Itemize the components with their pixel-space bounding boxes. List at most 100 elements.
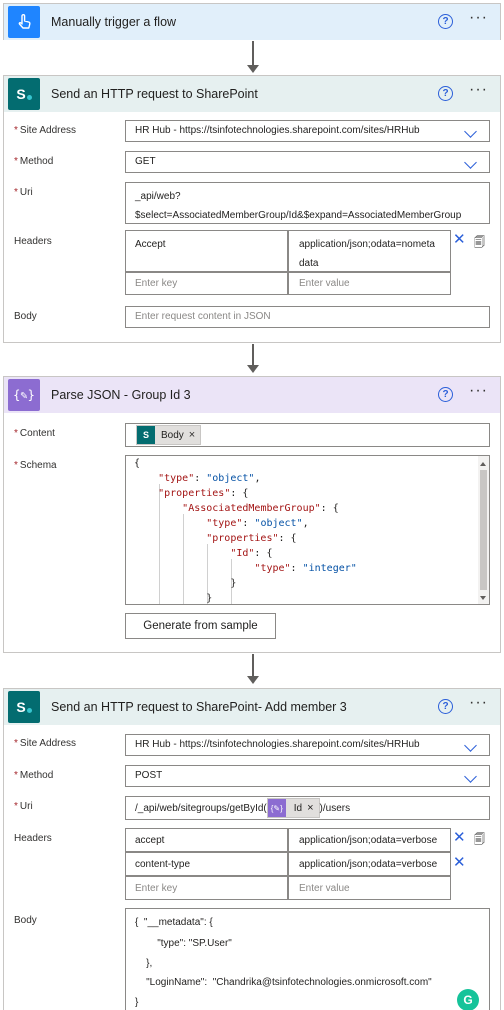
generate-from-sample-button[interactable]: Generate from sample — [125, 613, 276, 639]
header-key-input[interactable]: Accept — [125, 230, 288, 272]
header-key-input[interactable]: Enter key — [125, 876, 288, 900]
header-value-line: application/json;odata=nometa — [299, 239, 435, 250]
chevron-down-icon[interactable] — [464, 125, 477, 138]
schema-line: } — [134, 578, 237, 589]
schema-line: "AssociatedMemberGroup": { — [182, 503, 339, 514]
parse-json-icon: {✎} — [267, 799, 286, 817]
uri-suffix: )/users — [319, 802, 351, 814]
add-member-header[interactable]: S Send an HTTP request to SharePoint- Ad… — [4, 689, 500, 725]
body-line: "type": "SP.User" — [135, 938, 232, 949]
add-member-title: Send an HTTP request to SharePoint- Add … — [51, 700, 347, 714]
scrollbar[interactable] — [478, 456, 489, 604]
touch-trigger-icon — [8, 6, 40, 38]
parse-json-header[interactable]: {✎} Parse JSON - Group Id 3 ? ··· — [4, 377, 500, 413]
trash-icon[interactable]: 🗐 — [474, 234, 485, 253]
delete-header-icon[interactable]: ✕ — [453, 855, 466, 870]
method-label: * Method — [14, 156, 54, 167]
content-input[interactable]: S Body × — [125, 423, 490, 447]
headers-label: Headers — [14, 236, 52, 247]
method-dropdown[interactable]: GET — [125, 151, 490, 173]
site-address-dropdown[interactable]: HR Hub - https://tsinfotechnologies.shar… — [125, 120, 490, 142]
method-label: * Method — [14, 770, 54, 781]
uri-input[interactable]: /_api/web/sitegroups/getById( {✎} Id × )… — [125, 796, 490, 820]
uri-line: _api/web? — [135, 191, 181, 202]
remove-token-icon[interactable]: × — [307, 802, 313, 814]
grammarly-icon[interactable]: G — [457, 989, 479, 1010]
chevron-down-icon[interactable] — [464, 770, 477, 783]
site-address-dropdown[interactable]: HR Hub - https://tsinfotechnologies.shar… — [125, 734, 490, 756]
trigger-card[interactable]: Manually trigger a flow ? ··· — [3, 3, 501, 40]
http-request-card[interactable]: S Send an HTTP request to SharePoint ? ·… — [3, 75, 501, 343]
connector-arrow-icon — [247, 65, 259, 73]
sharepoint-icon: S — [137, 426, 155, 444]
delete-header-icon[interactable]: ✕ — [453, 232, 466, 247]
chevron-down-icon[interactable] — [464, 156, 477, 169]
sharepoint-icon: S — [8, 691, 40, 723]
header-key-value: accept — [135, 835, 165, 846]
schema-line: "type": "integer" — [254, 563, 357, 574]
body-input[interactable]: { "__metadata": { "type": "SP.User" }, "… — [125, 908, 490, 1010]
header-value-input[interactable]: application/json;odata=verbose — [288, 828, 451, 852]
more-options-icon[interactable]: ··· — [469, 9, 488, 27]
site-address-label: * Site Address — [14, 125, 77, 136]
method-dropdown[interactable]: POST — [125, 765, 490, 787]
uri-label: * Uri — [14, 801, 33, 812]
header-value-input[interactable]: application/json;odata=verbose — [288, 852, 451, 876]
parse-json-card[interactable]: {✎} Parse JSON - Group Id 3 ? ··· * Conte… — [3, 376, 501, 653]
schema-line: "properties": { — [206, 533, 297, 544]
schema-label: * Schema — [14, 460, 57, 471]
header-key-value: Accept — [135, 239, 166, 250]
add-member-card[interactable]: S Send an HTTP request to SharePoint- Ad… — [3, 688, 501, 1010]
value-placeholder: Enter value — [299, 883, 350, 894]
schema-line: "type": "object", — [158, 473, 261, 484]
uri-line: $select=AssociatedMemberGroup/Id&$expand… — [135, 210, 462, 221]
more-options-icon[interactable]: ··· — [469, 694, 488, 712]
token-label: Body — [161, 429, 184, 441]
key-placeholder: Enter key — [135, 278, 178, 289]
site-address-value: HR Hub - https://tsinfotechnologies.shar… — [135, 125, 420, 136]
help-icon[interactable]: ? — [438, 387, 453, 402]
body-line: { "__metadata": { — [135, 917, 213, 928]
remove-token-icon[interactable]: × — [189, 429, 195, 441]
header-value-input[interactable]: application/json;odata=nometa data — [288, 230, 451, 272]
schema-editor[interactable]: { "type": "object", "properties": { "Ass… — [125, 455, 490, 605]
body-placeholder: Enter request content in JSON — [135, 311, 271, 322]
header-value: application/json;odata=verbose — [299, 859, 438, 870]
body-line: }, — [135, 958, 153, 969]
body-line: "LoginName": "Chandrika@tsinfotechnologi… — [135, 977, 432, 988]
method-value: POST — [135, 770, 163, 781]
trash-icon[interactable]: 🗐 — [474, 831, 485, 850]
header-value-input[interactable]: Enter value — [288, 272, 451, 295]
help-icon[interactable]: ? — [438, 699, 453, 714]
chevron-down-icon[interactable] — [464, 739, 477, 752]
more-options-icon[interactable]: ··· — [469, 81, 488, 99]
body-input[interactable]: Enter request content in JSON — [125, 306, 490, 328]
uri-input[interactable]: _api/web? $select=AssociatedMemberGroup/… — [125, 182, 490, 224]
header-key-input[interactable]: content-type — [125, 852, 288, 876]
method-value: GET — [135, 156, 156, 167]
header-key-input[interactable]: accept — [125, 828, 288, 852]
body-token[interactable]: S Body × — [136, 425, 202, 445]
parse-json-title: Parse JSON - Group Id 3 — [51, 388, 191, 402]
schema-line: "Id": { — [230, 548, 273, 559]
scrollbar-thumb[interactable] — [480, 470, 487, 590]
parse-json-icon: {✎} — [8, 379, 40, 411]
schema-line: "properties": { — [158, 488, 249, 499]
trigger-title: Manually trigger a flow — [51, 15, 177, 29]
delete-header-icon[interactable]: ✕ — [453, 830, 466, 845]
connector-arrow-icon — [247, 365, 259, 373]
token-label: Id — [293, 802, 303, 814]
http-request-title: Send an HTTP request to SharePoint — [51, 87, 258, 101]
connector-line — [252, 344, 254, 366]
help-icon[interactable]: ? — [438, 14, 453, 29]
id-token[interactable]: {✎} Id × — [266, 798, 320, 818]
header-key-input[interactable]: Enter key — [125, 272, 288, 295]
more-options-icon[interactable]: ··· — [469, 382, 488, 400]
site-address-value: HR Hub - https://tsinfotechnologies.shar… — [135, 739, 420, 750]
header-value-line: data — [299, 258, 319, 269]
help-icon[interactable]: ? — [438, 86, 453, 101]
http-request-header[interactable]: S Send an HTTP request to SharePoint ? ·… — [4, 76, 500, 112]
trigger-header[interactable]: Manually trigger a flow ? ··· — [4, 4, 500, 40]
header-value-input[interactable]: Enter value — [288, 876, 451, 900]
body-label: Body — [14, 915, 37, 926]
